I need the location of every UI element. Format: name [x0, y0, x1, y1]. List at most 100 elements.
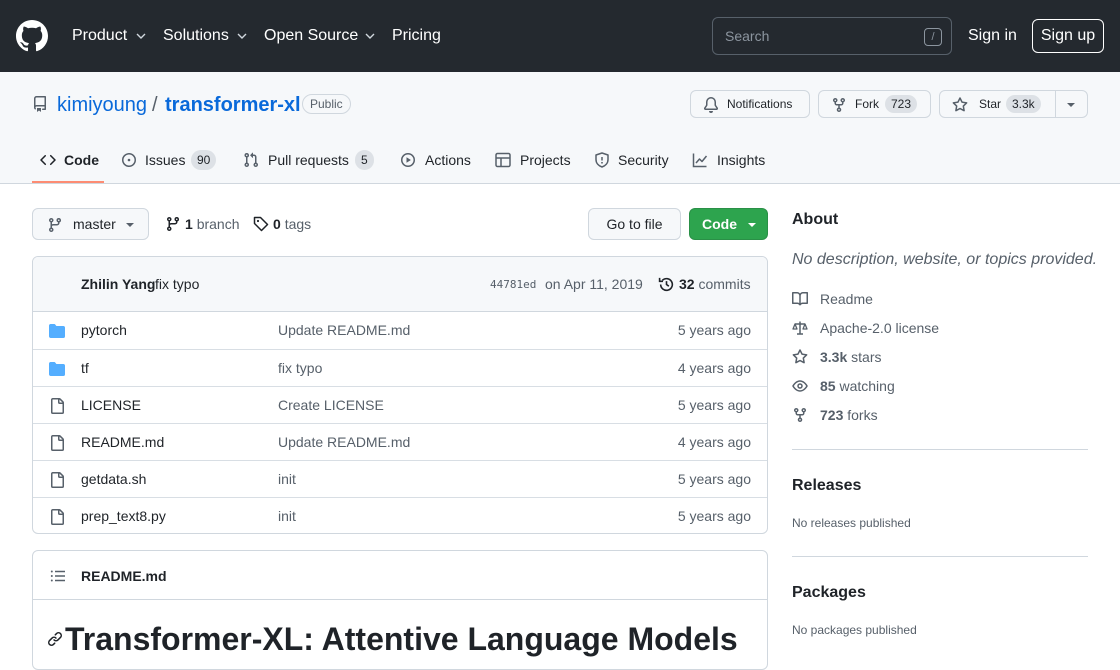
commit-sha[interactable]: 44781ed — [490, 278, 536, 291]
sidebar-divider — [792, 556, 1088, 557]
go-to-file-button[interactable]: Go to file — [588, 208, 681, 240]
tab-security[interactable]: Security — [594, 150, 670, 170]
chevron-down-icon — [365, 33, 375, 39]
tag-word: tags — [284, 216, 312, 232]
tab-code[interactable]: Code — [40, 150, 100, 170]
sign-in-link[interactable]: Sign in — [968, 26, 1017, 46]
search-placeholder: Search — [725, 28, 770, 44]
file-name[interactable]: LICENSE — [81, 397, 141, 413]
forks-count: 723 — [820, 407, 844, 423]
branch-name: master — [73, 216, 116, 232]
nav-open-source-label: Open Source — [264, 27, 359, 44]
bell-icon — [703, 97, 718, 113]
pull-requests-count-badge: 5 — [355, 150, 374, 170]
file-age: 5 years ago — [677, 397, 751, 413]
file-commit-message[interactable]: Update README.md — [278, 434, 410, 450]
file-row[interactable]: pytorch Update README.md 5 years ago — [33, 312, 767, 349]
nav-pricing-label: Pricing — [392, 27, 441, 44]
nav-product-label: Product — [72, 27, 128, 44]
file-name[interactable]: pytorch — [81, 322, 127, 338]
link-icon[interactable] — [47, 631, 63, 647]
tab-code-label: Code — [64, 152, 99, 168]
sign-up-button[interactable]: Sign up — [1032, 19, 1104, 53]
readme-filename[interactable]: README.md — [81, 568, 167, 584]
stars-count: 3.3k — [820, 349, 848, 365]
star-button[interactable]: Star 3.3k — [939, 90, 1088, 118]
watching-count: 85 — [820, 378, 836, 394]
issues-count-badge: 90 — [191, 150, 217, 170]
file-commit-message[interactable]: fix typo — [278, 360, 322, 376]
tag-icon — [253, 216, 269, 232]
eye-icon — [792, 380, 808, 392]
file-age: 5 years ago — [677, 471, 751, 487]
file-name[interactable]: prep_text8.py — [81, 508, 166, 524]
shield-icon — [595, 152, 609, 168]
nav-solutions[interactable]: Solutions — [163, 26, 247, 46]
caret-down-icon[interactable] — [1066, 102, 1076, 108]
releases-heading[interactable]: Releases — [792, 477, 861, 495]
fork-count: 723 — [885, 95, 918, 113]
branch-select-button[interactable]: master — [32, 208, 149, 240]
star-count: 3.3k — [1006, 95, 1041, 113]
star-icon — [952, 97, 968, 112]
license-label: Apache-2.0 license — [820, 320, 940, 336]
file-icon — [51, 435, 64, 451]
commits-link[interactable]: 32 commits — [679, 276, 751, 292]
repo-owner-link[interactable]: kimiyoung — [57, 93, 147, 117]
branch-word: branch — [196, 216, 240, 232]
forks-word: forks — [847, 407, 878, 423]
file-commit-message[interactable]: Update README.md — [278, 322, 410, 338]
tab-pull-requests-label: Pull requests — [268, 152, 349, 168]
file-commit-message[interactable]: init — [278, 471, 296, 487]
nav-pricing[interactable]: Pricing — [392, 26, 442, 46]
file-name[interactable]: README.md — [81, 434, 164, 450]
branch-count: 1 — [185, 216, 193, 232]
folder-icon — [49, 324, 65, 338]
notifications-button[interactable]: Notifications — [690, 90, 810, 118]
fork-label: Fork — [855, 97, 879, 111]
file-row[interactable]: tf fix typo 4 years ago — [33, 349, 767, 386]
commit-author[interactable]: Zhilin Yang — [81, 276, 155, 292]
tab-actions[interactable]: Actions — [400, 150, 472, 170]
github-logo-icon[interactable] — [16, 20, 48, 52]
file-commit-message[interactable]: init — [278, 508, 296, 524]
tab-pull-requests[interactable]: Pull requests 5 — [243, 150, 377, 170]
readme-panel: README.md Transformer-XL: Attentive Lang… — [32, 550, 768, 670]
file-row[interactable]: prep_text8.py init 5 years ago — [33, 497, 767, 533]
tab-insights[interactable]: Insights — [692, 150, 768, 170]
file-row[interactable]: README.md Update README.md 4 years ago — [33, 423, 767, 460]
graph-icon — [692, 153, 708, 168]
nav-product[interactable]: Product — [72, 26, 146, 46]
pull-request-icon — [244, 152, 259, 168]
list-unordered-icon[interactable] — [50, 568, 66, 584]
repo-icon — [34, 96, 46, 112]
file-icon — [51, 509, 64, 525]
repo-path-separator: / — [152, 94, 158, 116]
commit-message[interactable]: fix typo — [155, 276, 199, 292]
file-browser: Zhilin Yang fix typo 44781ed on Apr 11, … — [32, 256, 768, 534]
stars-word: stars — [851, 349, 882, 365]
code-download-button[interactable]: Code — [689, 208, 768, 240]
fork-button[interactable]: Fork 723 — [818, 90, 931, 118]
file-name[interactable]: tf — [81, 360, 89, 376]
global-header: Product Solutions Open Source Pricing Se… — [0, 0, 1120, 72]
git-branch-icon — [166, 217, 179, 232]
tab-issues[interactable]: Issues 90 — [121, 150, 219, 170]
commit-date: on Apr 11, 2019 — [545, 276, 643, 292]
tab-projects[interactable]: Projects — [495, 150, 571, 170]
file-age: 4 years ago — [677, 360, 751, 376]
readme-header: README.md — [33, 551, 767, 600]
search-input[interactable]: Search / — [712, 17, 952, 55]
caret-down-icon — [748, 223, 756, 227]
file-commit-message[interactable]: Create LICENSE — [278, 397, 384, 413]
repo-name-link[interactable]: transformer-xl — [165, 93, 301, 117]
file-row[interactable]: LICENSE Create LICENSE 5 years ago — [33, 386, 767, 423]
file-row[interactable]: getdata.sh init 5 years ago — [33, 460, 767, 497]
play-icon — [401, 153, 415, 167]
search-shortcut-key: / — [924, 28, 942, 46]
releases-empty-text: No releases published — [792, 516, 911, 530]
nav-open-source[interactable]: Open Source — [264, 26, 375, 46]
packages-heading[interactable]: Packages — [792, 584, 866, 602]
file-name[interactable]: getdata.sh — [81, 471, 146, 487]
history-icon — [658, 277, 674, 292]
